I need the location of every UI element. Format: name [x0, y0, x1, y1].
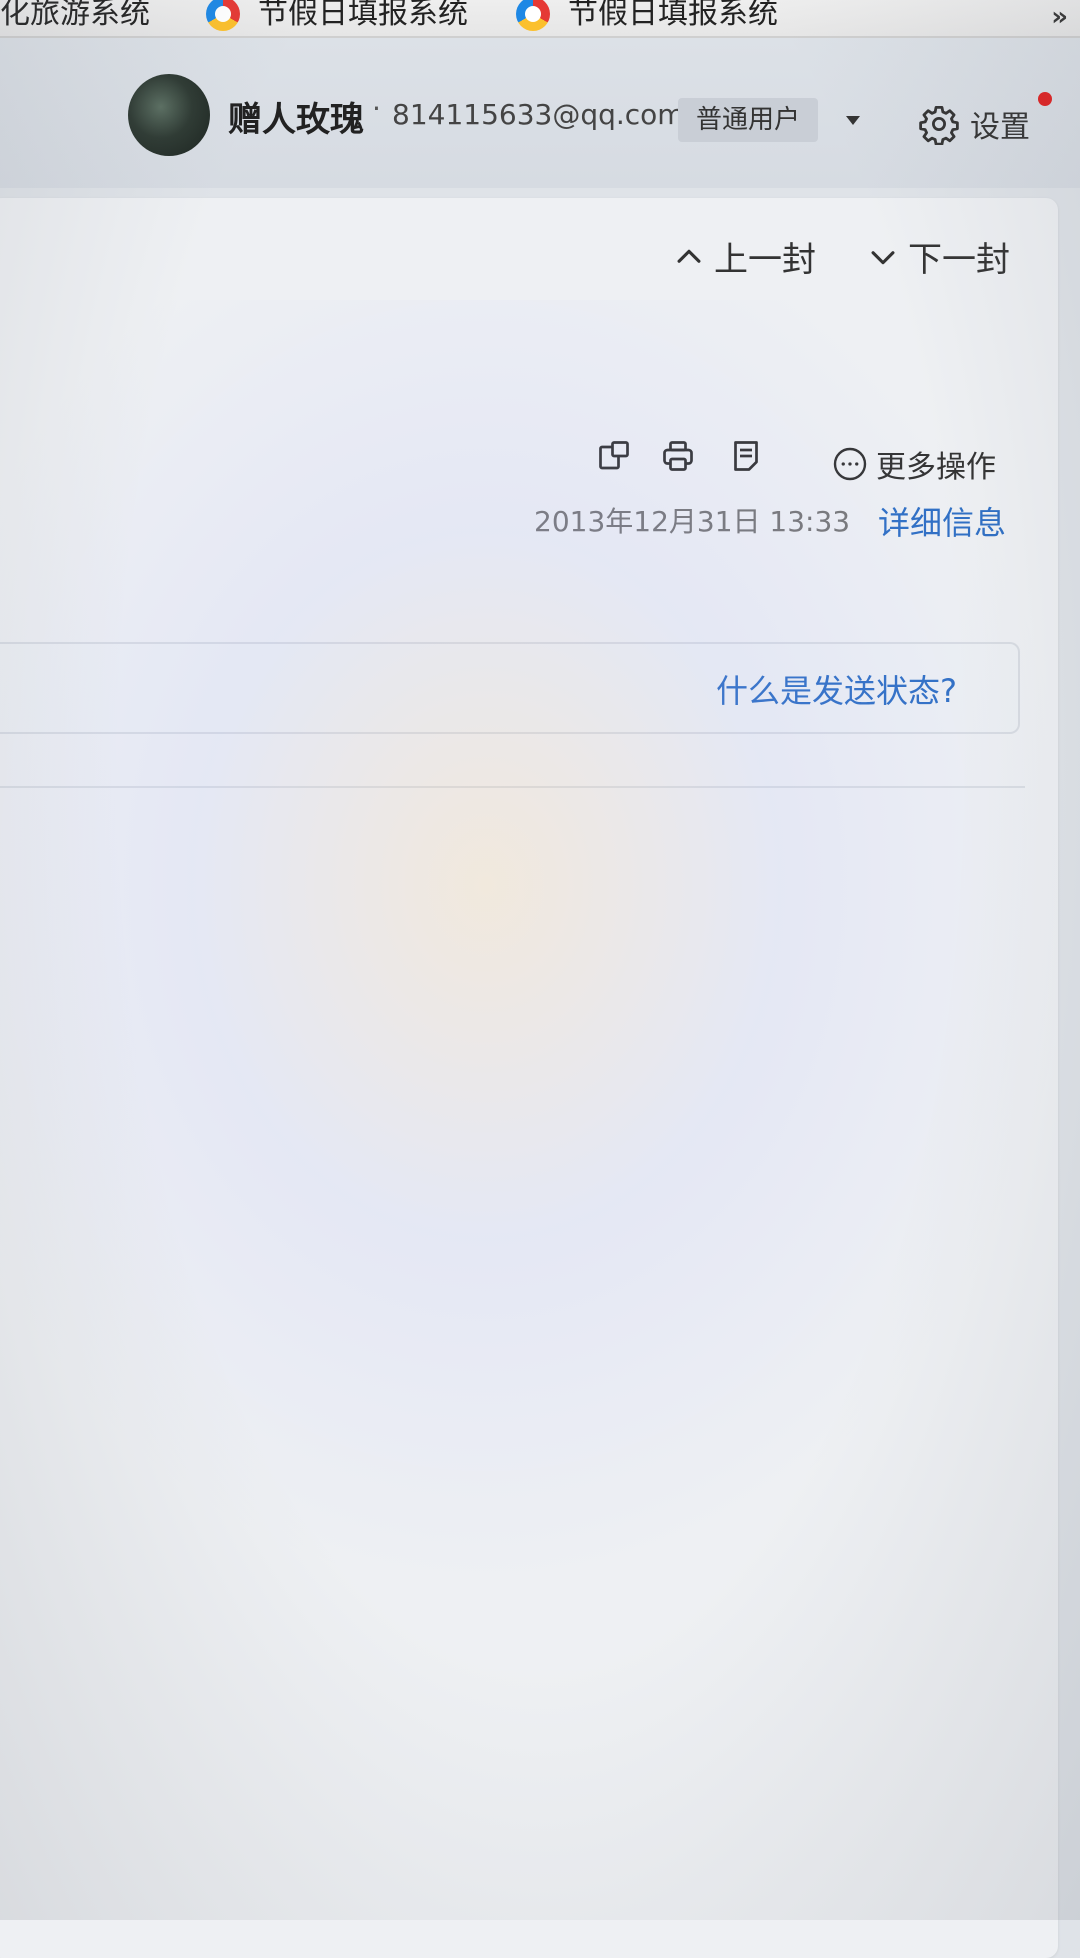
- next-mail-button[interactable]: 下一封: [866, 232, 1010, 281]
- prev-mail-label: 上一封: [714, 240, 816, 280]
- notification-dot: [1038, 92, 1052, 106]
- bookmark-item[interactable]: 节假日填报系统: [516, 0, 778, 32]
- chevron-down-icon: [871, 250, 895, 264]
- user-name: 赠人玫瑰: [228, 100, 364, 140]
- user-separator: ·: [372, 92, 381, 125]
- user-type-badge[interactable]: 普通用户: [678, 98, 819, 142]
- more-icon: [833, 447, 867, 481]
- send-status-help-link[interactable]: 什么是发送状态?: [716, 666, 957, 712]
- browser-favicon-icon: [206, 0, 240, 31]
- more-actions-label: 更多操作: [876, 450, 996, 485]
- bookmark-label: 节假日填报系统: [568, 0, 778, 31]
- bookmark-bar: 文化旅游系统 节假日填报系统 节假日填报系统 »: [0, 0, 1080, 38]
- bookmark-item[interactable]: 节假日填报系统: [206, 0, 468, 32]
- divider: [0, 786, 1025, 788]
- settings-label: 设置: [970, 110, 1030, 145]
- prev-mail-button[interactable]: 上一封: [672, 232, 816, 281]
- mail-date: 2013年12月31日 13:33: [534, 505, 851, 538]
- note-icon[interactable]: [728, 438, 764, 474]
- chevron-up-icon: [677, 249, 701, 263]
- detail-info-link[interactable]: 详细信息: [878, 498, 1006, 544]
- new-window-icon[interactable]: [596, 438, 632, 474]
- bookmark-label: 文化旅游系统: [0, 0, 150, 31]
- avatar[interactable]: [128, 74, 210, 156]
- next-mail-label: 下一封: [908, 240, 1010, 280]
- user-email: 814115633@qq.com: [392, 98, 685, 131]
- mail-header: 赠人玫瑰 · 814115633@qq.com 普通用户 设置: [0, 38, 1080, 188]
- more-actions-button[interactable]: 更多操作: [832, 442, 996, 486]
- print-icon[interactable]: [660, 438, 696, 474]
- bookmarks-overflow-button[interactable]: »: [1051, 2, 1068, 32]
- bookmark-label: 节假日填报系统: [258, 0, 468, 31]
- browser-favicon-icon: [516, 0, 550, 31]
- bookmark-item[interactable]: 文化旅游系统: [0, 0, 150, 32]
- gear-icon: [919, 105, 959, 145]
- settings-button[interactable]: 设置: [918, 102, 1030, 146]
- account-dropdown-icon[interactable]: [846, 116, 860, 125]
